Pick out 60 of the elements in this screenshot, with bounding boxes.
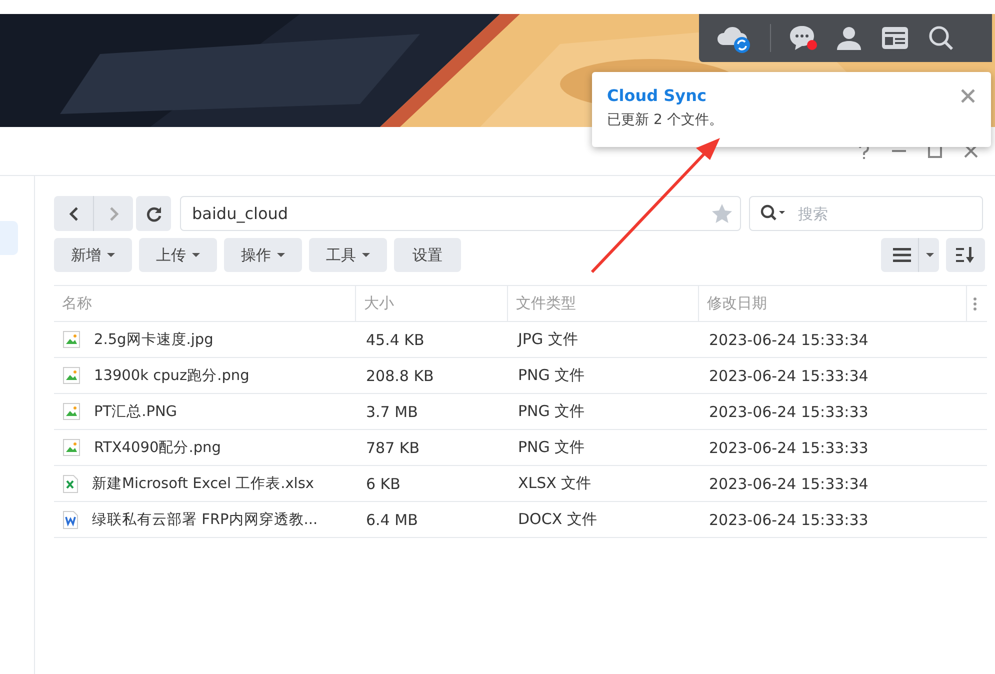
image-file-icon [63,403,80,420]
table-cell-text: 787 KB [365,438,421,458]
table-cell-text: 3.7 MB [365,402,419,422]
excel-file-icon [63,474,78,492]
table-cell-text: JPG 文件 [516,329,579,350]
more-icon[interactable] [973,296,977,310]
table-cell-text: 2023-06-24 15:33:33 [708,402,870,422]
image-file-icon [63,367,80,384]
file-name[interactable]: PT汇总.PNG [94,402,178,421]
toolbar-button[interactable]: 新增 [54,238,132,272]
table-cell-text: XLSX 文件 [517,473,592,494]
table-cell-text: PNG 文件 [517,401,586,422]
list-icon [893,248,911,262]
file-name[interactable]: 13900k cpuz跑分.png [94,366,250,385]
file-name[interactable]: 绿联私有云部署 FRP内网穿透教... [92,510,318,529]
toolbar-button[interactable]: 工具 [309,238,387,272]
file-name[interactable]: RTX4090配分.png [94,438,221,457]
table-cell-text: 2023-06-24 15:33:33 [708,510,870,530]
chat-icon[interactable] [788,24,818,52]
chevron-left-icon [68,206,78,222]
table-cell-text: 2023-06-24 15:33:34 [708,474,870,494]
caret-icon [362,253,370,257]
notification-message: 已更新 2 个文件。 [607,111,724,129]
refresh-icon [146,206,162,222]
table-cell-text: 45.4 KB [365,330,426,350]
toolbar-button[interactable]: 设置 [394,238,461,272]
user-icon[interactable] [835,24,863,52]
image-file-icon [63,331,80,348]
table-cell-text: 2023-06-24 15:33:33 [708,438,870,458]
widget-icon[interactable] [880,24,910,52]
path-field[interactable]: baidu_cloud [180,196,741,231]
table-cell-text: 6 KB [365,474,402,494]
table-cell-text: 2023-06-24 15:33:34 [708,330,870,350]
file-name[interactable]: 2.5g网卡速度.jpg [94,330,214,349]
file-name[interactable]: 新建Microsoft Excel 工作表.xlsx [92,474,314,493]
caret-icon [192,253,200,257]
table-cell-text: DOCX 文件 [517,509,598,530]
view-mode-button[interactable] [881,238,939,272]
search-icon[interactable] [927,24,955,52]
close-icon[interactable] [961,89,975,103]
chevron-right-icon [108,206,118,222]
image-file-icon [63,439,80,456]
star-icon[interactable] [712,204,732,223]
table-cell-text: 2023-06-24 15:33:34 [708,366,870,386]
search-field[interactable]: 搜索 [749,196,983,231]
caret-icon [926,253,934,257]
refresh-button[interactable] [136,196,171,231]
notification-title: Cloud Sync [607,86,706,105]
table-cell-text: PNG 文件 [517,437,586,458]
table-cell-text: PNG 文件 [517,365,586,386]
sort-icon [956,246,976,264]
caret-icon [107,253,115,257]
toolbar-button[interactable]: 上传 [139,238,217,272]
caret-icon [277,253,285,257]
word-file-icon [63,510,78,528]
table-cell-text: 6.4 MB [365,510,419,530]
sort-button[interactable] [946,238,985,272]
table-cell-text: 208.8 KB [365,366,435,386]
toolbar-button[interactable]: 操作 [224,238,302,272]
search-icon[interactable] [760,204,786,222]
